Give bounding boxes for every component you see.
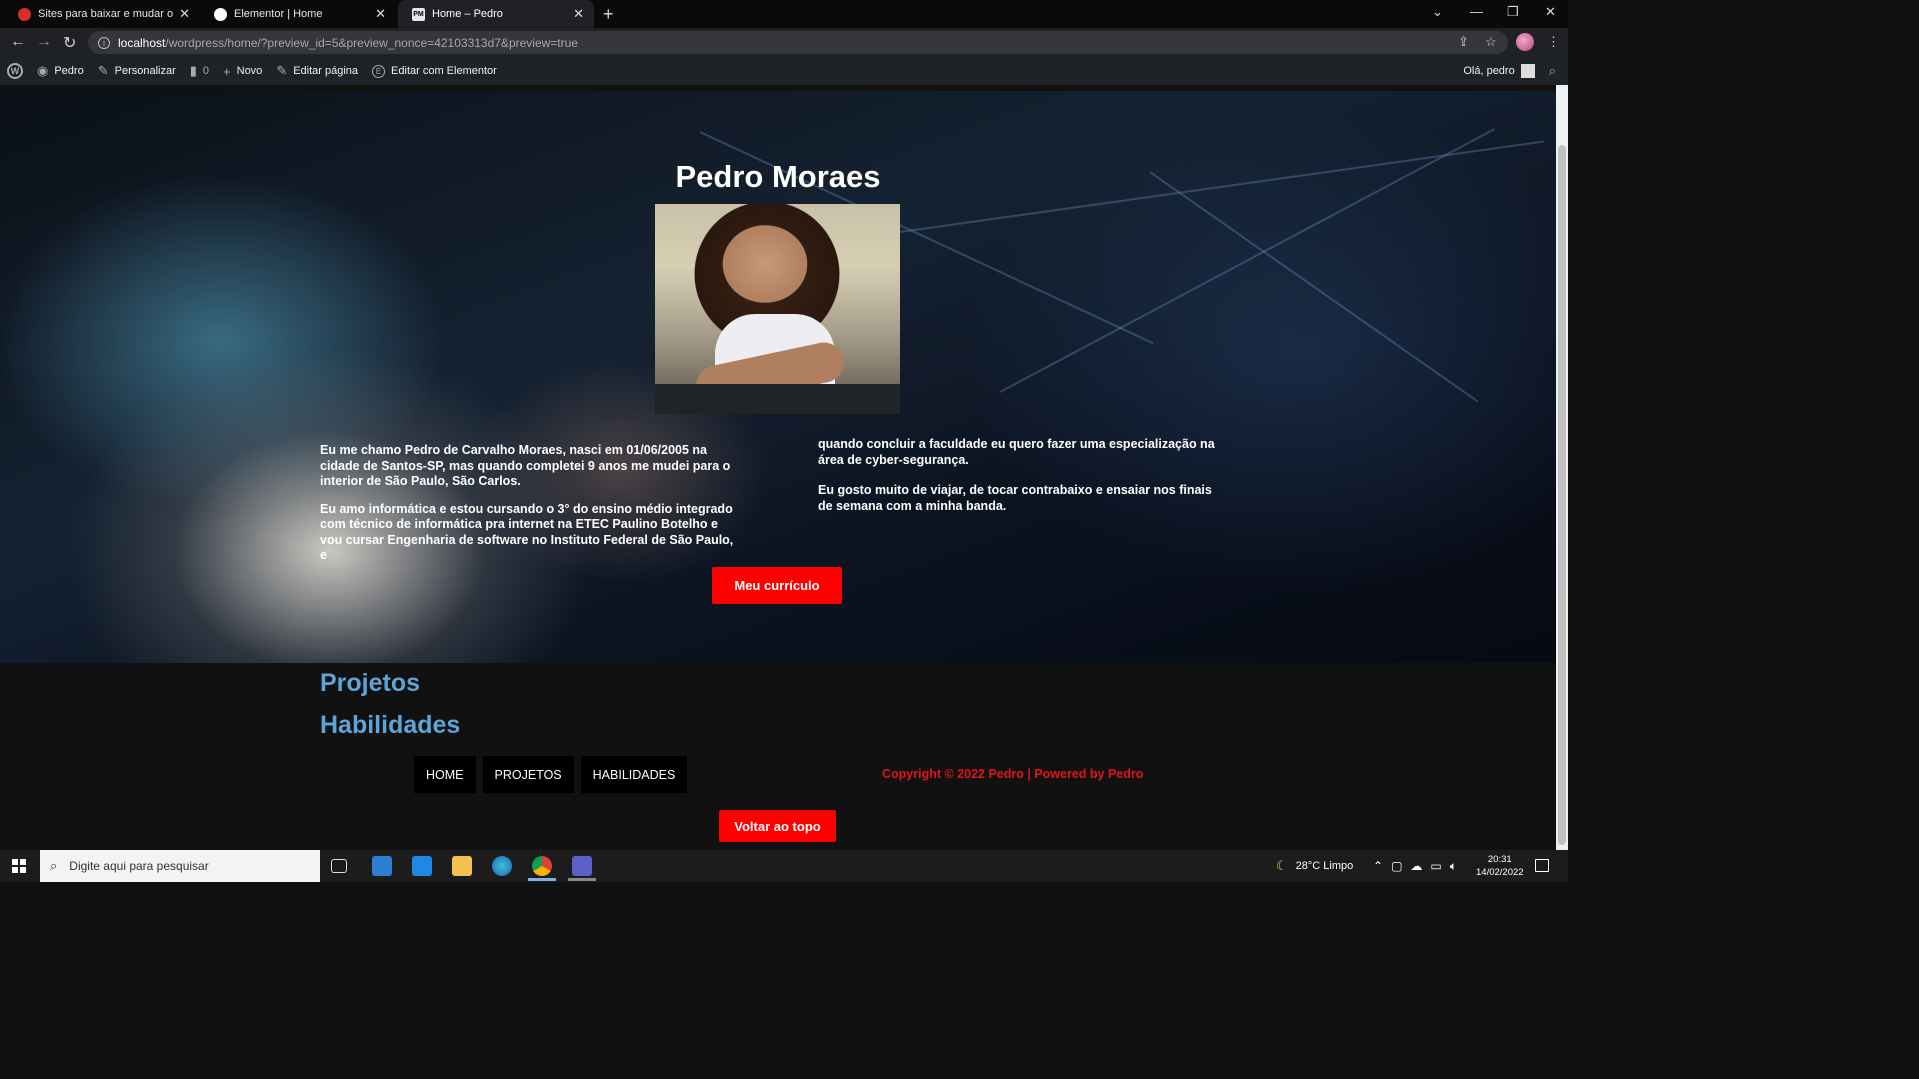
meet-now-icon[interactable]: ▢ [1391, 859, 1402, 873]
restore-icon[interactable]: ❐ [1507, 4, 1519, 20]
globe-icon [214, 7, 227, 21]
menu-kebab-icon[interactable]: ⋮ [1547, 34, 1560, 50]
back-to-top-button[interactable]: Voltar ao topo [719, 810, 836, 842]
tab-home-pedro[interactable]: PM Home – Pedro ✕ [398, 0, 594, 28]
windows-start-icon[interactable] [12, 859, 26, 873]
skills-link[interactable]: Habilidades [320, 711, 460, 740]
admin-greeting[interactable]: Olá, pedro [1463, 65, 1514, 77]
profile-photo [655, 204, 900, 414]
admin-new[interactable]: + Novo [216, 57, 269, 85]
file-explorer-icon[interactable] [452, 856, 472, 876]
page-scrollbar[interactable] [1556, 85, 1568, 850]
taskbar-search-input[interactable]: ⌕ Digite aqui para pesquisar [40, 850, 320, 882]
bio-left-column: Eu me chamo Pedro de Carvalho Moraes, na… [320, 443, 740, 576]
clock-time: 20:31 [1487, 854, 1512, 865]
onedrive-cloud-icon[interactable]: ☁ [1410, 859, 1422, 873]
copyright-text: Copyright © 2022 Pedro | Powered by Pedr… [882, 767, 1144, 781]
close-tab-icon[interactable]: ✕ [375, 6, 386, 22]
admin-comments[interactable]: ▮ 0 [183, 57, 216, 85]
taskbar-clock[interactable]: 20:31 14/02/2022 [1476, 853, 1524, 879]
favicon-icon [18, 7, 31, 21]
bio-right-column: quando concluir a faculdade eu quero faz… [818, 437, 1228, 526]
search-icon[interactable]: ⌕ [1549, 63, 1556, 79]
reload-icon[interactable]: ↻ [63, 33, 76, 53]
clock-date: 14/02/2022 [1476, 867, 1524, 878]
windows-taskbar: ⌕ Digite aqui para pesquisar ☾ 28°C Limp… [0, 850, 1568, 882]
weather-widget[interactable]: ☾ 28°C Limpo [1276, 850, 1353, 882]
projects-link[interactable]: Projetos [320, 669, 420, 698]
page-title: Pedro Moraes [675, 159, 881, 194]
hero-section: Pedro Moraes Eu me chamo Pedro de Carval… [0, 91, 1556, 663]
moon-icon: ☾ [1276, 858, 1288, 873]
plus-icon: + [223, 63, 231, 79]
bookmark-star-icon[interactable]: ☆ [1485, 34, 1497, 50]
chevron-up-icon[interactable]: ⌃ [1373, 859, 1383, 873]
search-icon: ⌕ [50, 858, 58, 873]
volume-icon[interactable]: 🔈︎ [1450, 859, 1457, 874]
site-info-icon[interactable]: i [98, 36, 110, 49]
edge-icon[interactable] [492, 856, 512, 876]
address-bar-row: ← → ↻ i localhost/wordpress/home/?previe… [0, 28, 1568, 57]
back-icon[interactable]: ← [10, 33, 26, 51]
tab-elementor-home[interactable]: Elementor | Home ✕ [200, 0, 396, 28]
admin-edit-page[interactable]: ✎ Editar página [269, 57, 365, 85]
url-host: localhost [118, 35, 166, 50]
network-icon[interactable]: ▭ [1430, 859, 1441, 873]
brush-icon: ✎ [97, 63, 109, 78]
task-view-icon[interactable] [331, 859, 347, 873]
profile-avatar-icon[interactable] [1516, 33, 1534, 51]
share-icon[interactable]: ⇪ [1458, 34, 1469, 50]
admin-edit-elementor[interactable]: E Editar com Elementor [365, 57, 504, 85]
browser-tab-strip: Sites para baixar e mudar o pape ✕ Eleme… [0, 0, 1568, 28]
bio-paragraph: Eu amo informática e estou cursando o 3°… [320, 501, 734, 563]
search-placeholder: Digite aqui para pesquisar [69, 859, 209, 873]
resume-button[interactable]: Meu currículo [712, 567, 842, 604]
tab-sites-para-baixar[interactable]: Sites para baixar e mudar o pape ✕ [4, 0, 200, 28]
footer-nav-menu: HOME PROJETOS HABILIDADES [414, 756, 688, 793]
nav-skills[interactable]: HABILIDADES [580, 756, 688, 793]
url-input[interactable]: i localhost/wordpress/home/?preview_id=5… [88, 31, 1508, 54]
weather-text: 28°C Limpo [1295, 860, 1354, 872]
page-content: Pedro Moraes Eu me chamo Pedro de Carval… [0, 85, 1556, 850]
close-window-icon[interactable]: ✕ [1545, 4, 1556, 20]
new-tab-icon[interactable]: + [603, 4, 614, 25]
nav-projects[interactable]: PROJETOS [482, 756, 574, 793]
nav-home[interactable]: HOME [414, 756, 476, 793]
admin-site-name[interactable]: ◉ Pedro [30, 57, 91, 85]
admin-customize[interactable]: ✎ Personalizar [91, 57, 183, 85]
dashboard-icon: ◉ [37, 63, 49, 78]
scrollbar-thumb[interactable] [1558, 145, 1566, 845]
bio-paragraph: Eu me chamo Pedro de Carvalho Moraes, na… [320, 443, 731, 488]
pencil-icon: ✎ [276, 63, 288, 78]
user-avatar[interactable] [1520, 64, 1535, 78]
url-path: /wordpress/home/?preview_id=5&preview_no… [165, 35, 578, 50]
wp-admin-bar: W ◉ Pedro ✎ Personalizar ▮ 0 + Novo ✎ Editar … [0, 57, 1568, 85]
favicon-icon: PM [412, 7, 425, 21]
open-app-indicator [568, 878, 596, 881]
minimize-icon[interactable]: — [1470, 4, 1483, 19]
tab-label: Home – Pedro [432, 8, 503, 20]
tab-label: Elementor | Home [234, 8, 323, 20]
close-tab-icon[interactable]: ✕ [179, 6, 190, 22]
system-tray: ⌃ ▢ ☁ ▭ 🔈︎ [1373, 850, 1457, 882]
chrome-icon[interactable] [532, 856, 552, 876]
forward-icon[interactable]: → [36, 33, 52, 51]
bio-paragraph: quando concluir a faculdade eu quero faz… [818, 437, 1215, 467]
mail-icon[interactable] [412, 856, 432, 876]
tab-search-icon[interactable]: ⌄ [1432, 4, 1443, 20]
close-tab-icon[interactable]: ✕ [573, 6, 584, 22]
tab-label: Sites para baixar e mudar o pape [38, 8, 174, 20]
microsoft-store-icon[interactable] [372, 856, 392, 876]
bio-paragraph: Eu gosto muito de viajar, de tocar contr… [818, 483, 1212, 513]
comment-icon: ▮ [189, 63, 197, 78]
teams-icon[interactable] [572, 856, 592, 876]
notification-center-icon[interactable] [1535, 859, 1549, 872]
active-app-indicator [528, 878, 556, 881]
elementor-icon: E [372, 64, 386, 78]
wordpress-logo-icon[interactable]: W [0, 57, 30, 85]
